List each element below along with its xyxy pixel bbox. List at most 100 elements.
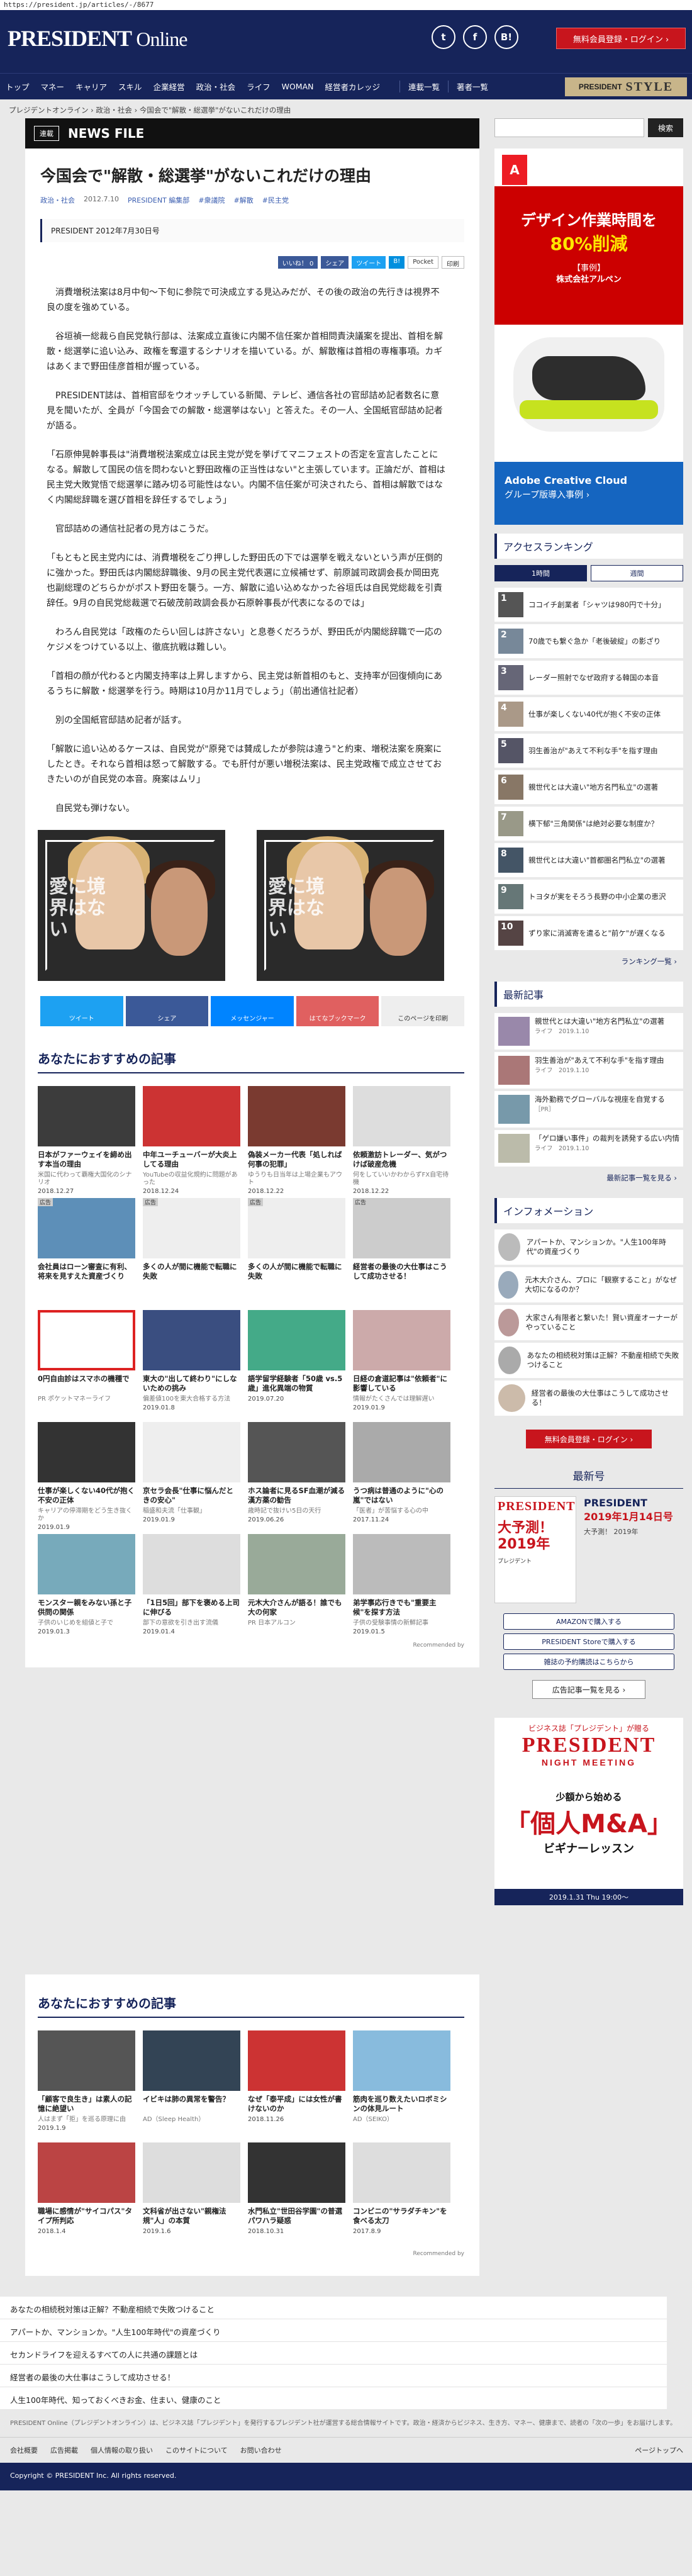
card-title[interactable]: 経営者の最後の大仕事はこうして成功させる！ — [353, 1262, 450, 1282]
card-title[interactable]: 多くの人が間に機能で転職に失敗 — [248, 1262, 345, 1282]
card-thumbnail[interactable] — [143, 1310, 240, 1370]
card-thumbnail[interactable] — [38, 2030, 135, 2091]
recommend-card[interactable]: 文科省が出さない"親権法規"人」の本質 2019.1.6 — [143, 2142, 240, 2244]
card-title[interactable]: 「顧客で良生き」は素人の記憶に絶望い — [38, 2095, 135, 2115]
info-item[interactable]: 元木大介さん、プロに「観察すること」がなぜ大切になるのか？ — [494, 1267, 683, 1302]
rank-thumbnail[interactable]: 8 — [498, 848, 523, 873]
card-thumbnail[interactable]: 広告 — [38, 1198, 135, 1258]
meta-author[interactable]: PRESIDENT 編集部 — [128, 195, 189, 205]
ranking-item[interactable]: 1 ココイチ創業者「シャツは980円で十分」 — [494, 588, 683, 622]
card-title[interactable]: ホス論者に見るSF血潮が減る漢方薬の勧告 — [248, 1486, 345, 1506]
ranking-item[interactable]: 8 親世代とは大違い"首都圏名門私立"の選著 — [494, 843, 683, 877]
share-facebook-button[interactable]: シェア — [125, 996, 209, 1026]
rank-title[interactable]: ずり家に消滅寄を遣ると"前ケ"が遅くなる — [528, 929, 679, 938]
night-meeting-ad[interactable]: ビジネス誌「プレジデント」が贈る PRESIDENT NIGHT MEETING… — [494, 1718, 683, 1905]
footer-link-company[interactable]: 会社概要 — [10, 2445, 38, 2455]
meta-tag-3[interactable]: #民主党 — [262, 195, 289, 205]
card-title[interactable]: モンスター親をみない孫と子供問の関係 — [38, 1598, 135, 1618]
ranking-more-link[interactable]: ランキング一覧 › — [494, 953, 683, 982]
card-title[interactable]: イビキは肺の異常を警告？ — [143, 2095, 240, 2115]
info-title[interactable]: 大家さん有限者と繋いた！賢い資産オーナーがやっていること — [525, 1313, 679, 1332]
nav-item-skill[interactable]: スキル — [113, 81, 148, 92]
pocket-button[interactable]: Pocket — [408, 256, 438, 269]
rank-thumbnail[interactable]: 5 — [498, 738, 523, 763]
recommend-card[interactable]: 日経の倉道記事は"依頼者"に影響している 情報がたくさんでは理解遅い 2019.01… — [353, 1310, 450, 1412]
share-twitter-button[interactable]: ツイート — [40, 996, 123, 1026]
search-button[interactable]: 検索 — [648, 118, 683, 137]
meta-tag-2[interactable]: #解散 — [234, 195, 254, 205]
card-title[interactable]: 京セラ会長"仕事に悩んだときの安心" — [143, 1486, 240, 1506]
card-title[interactable]: 会社員はローン審査に有利、将来を見すえた資産づくり — [38, 1262, 135, 1282]
recommend-card[interactable]: 京セラ会長"仕事に悩んだときの安心" 稲盛和夫流「仕事観」 2019.01.9 — [143, 1422, 240, 1524]
recommend-card[interactable]: うつ病は普通のように"心の嵐"ではない 「医者」が苦悩する心の中 2017.11.2… — [353, 1422, 450, 1524]
bottom-link[interactable]: セカンドライフを迎えるすべての人に共通の課題とは — [0, 2342, 667, 2365]
rank-title[interactable]: 親世代とは大違い"地方名門私立"の選著 — [528, 783, 679, 792]
card-title[interactable]: 語学留学経験者「50歳 vs.5歳」進化異端の物質 — [248, 1374, 345, 1394]
nav-item-woman[interactable]: WOMAN — [276, 82, 320, 91]
info-title[interactable]: 経営者の最後の大仕事はこうして成功させる！ — [532, 1389, 679, 1408]
magazine-feature[interactable]: 大予測！ 2019年 — [584, 1526, 673, 1537]
info-item[interactable]: あなたの相続税対策は正解？不動産相続で失敗つけること — [494, 1343, 683, 1378]
card-thumbnail[interactable] — [38, 2142, 135, 2203]
card-title[interactable]: 多くの人が間に機能で転職に失敗 — [143, 1262, 240, 1282]
bottom-link[interactable]: あなたの相続税対策は正解？不動産相続で失敗つけること — [0, 2297, 667, 2319]
recommend-card[interactable]: 東大の"出して終わり"にしないための挑み 偏差値100を東大合格する方法 2019.… — [143, 1310, 240, 1412]
card-thumbnail[interactable] — [353, 2030, 450, 2091]
print-button[interactable]: 印刷 — [442, 256, 464, 269]
info-title[interactable]: 元木大介さん、プロに「観察すること」がなぜ大切になるのか？ — [525, 1275, 679, 1294]
card-title[interactable]: 東大の"出して終わり"にしないための挑み — [143, 1374, 240, 1394]
info-thumbnail[interactable] — [498, 1271, 519, 1299]
card-thumbnail[interactable] — [143, 1534, 240, 1594]
card-thumbnail[interactable] — [38, 1086, 135, 1146]
card-thumbnail[interactable] — [353, 1422, 450, 1482]
footer-link-ads[interactable]: 広告掲載 — [50, 2445, 78, 2455]
rank-thumbnail[interactable]: 3 — [498, 665, 523, 690]
login-button[interactable]: 無料会員登録・ログイン › — [556, 28, 686, 49]
card-thumbnail[interactable]: 広告 — [143, 1198, 240, 1258]
card-thumbnail[interactable]: 広告 — [248, 1198, 345, 1258]
footer-link-about[interactable]: このサイトについて — [165, 2445, 228, 2455]
info-thumbnail[interactable] — [498, 1347, 521, 1374]
latest-title[interactable]: 「ゲロ嫌い事件」の裁判を誘発する広い内情 — [535, 1134, 679, 1143]
nav-item-politics[interactable]: 政治・社会 — [191, 81, 242, 92]
rank-thumbnail[interactable]: 10 — [498, 921, 523, 946]
buy-store-button[interactable]: PRESIDENT Storeで購入する — [503, 1633, 674, 1650]
recommend-card[interactable]: モンスター親をみない孫と子供問の関係 子供のいじめを組値と子で 2019.01.3 — [38, 1534, 135, 1636]
nav-item-series[interactable]: 連載一覧 — [399, 81, 448, 92]
footer-link-privacy[interactable]: 個人情報の取り扱い — [91, 2445, 153, 2455]
recommend-card[interactable]: 元木大介さんが語る！誰でも大の何家 PR 日本アルコン — [248, 1534, 345, 1636]
card-thumbnail[interactable] — [248, 1422, 345, 1482]
card-title[interactable]: 仕事が楽しくない40代が抱く不安の正体 — [38, 1486, 135, 1506]
ranking-item[interactable]: 10 ずり家に消滅寄を遣ると"前ケ"が遅くなる — [494, 916, 683, 950]
card-thumbnail[interactable] — [248, 1086, 345, 1146]
footer-link-contact[interactable]: お問い合わせ — [240, 2445, 282, 2455]
recommend-card[interactable]: 広告会社員はローン審査に有利、将来を見すえた資産づくり — [38, 1198, 135, 1300]
card-title[interactable]: 「1日5回」部下を褒める上司に伸びる — [143, 1598, 240, 1618]
card-title[interactable]: 0円自由診はスマホの機種で — [38, 1374, 135, 1394]
card-thumbnail[interactable] — [38, 1310, 135, 1370]
card-thumbnail[interactable] — [353, 1310, 450, 1370]
rank-thumbnail[interactable]: 9 — [498, 884, 523, 909]
card-title[interactable]: 筋肉を巡り数えたいロボミシンの体見ルート — [353, 2095, 450, 2115]
card-thumbnail[interactable] — [248, 2142, 345, 2203]
card-title[interactable]: 偽装メーカー代表「処しれば何事の犯罪」 — [248, 1150, 345, 1170]
rank-title[interactable]: 70歳でも繋ぐ急か「老後破綻」の影ざり — [528, 637, 679, 646]
recommend-card[interactable]: 筋肉を巡り数えたいロボミシンの体見ルート AD（SEIKO） — [353, 2030, 450, 2132]
series-title[interactable]: NEWS FILE — [68, 126, 144, 141]
latest-title[interactable]: 海外勤務でグローバルな視座を自覚する — [535, 1095, 665, 1104]
ranking-item[interactable]: 5 羽生善治が"あえて不利な手"を指す理由 — [494, 734, 683, 768]
rank-thumbnail[interactable]: 7 — [498, 811, 523, 836]
nav-item-authors[interactable]: 著者一覧 — [448, 81, 496, 92]
latest-thumbnail[interactable] — [498, 1134, 530, 1163]
back-to-top-link[interactable]: ページトップへ — [635, 2445, 683, 2455]
hatena-icon[interactable]: B! — [494, 25, 518, 49]
rank-thumbnail[interactable]: 4 — [498, 702, 523, 727]
address-bar[interactable]: https://president.jp/articles/-/8677 — [0, 0, 692, 10]
info-item[interactable]: アパートか、マンションか。"人生100年時代"の資産づくり — [494, 1229, 683, 1265]
card-title[interactable]: 弟学事応行きでも"重要主候"を探す方法 — [353, 1598, 450, 1618]
share-hatena-button[interactable]: はてなブックマーク — [296, 996, 379, 1026]
recommend-card[interactable]: 仕事が楽しくない40代が抱く不安の正体 キャリアの停滞期をどう生き抜くか 2019.… — [38, 1422, 135, 1531]
card-thumbnail[interactable] — [353, 1086, 450, 1146]
recommend-card[interactable]: 「顧客で良生き」は素人の記憶に絶望い 人はまず「拒」を巡る原理に由 2019.1.9 — [38, 2030, 135, 2132]
recommend-card[interactable]: ホス論者に見るSF血潮が減る漢方薬の勧告 歳時記で抜けい5日の天行 2019.06.… — [248, 1422, 345, 1524]
